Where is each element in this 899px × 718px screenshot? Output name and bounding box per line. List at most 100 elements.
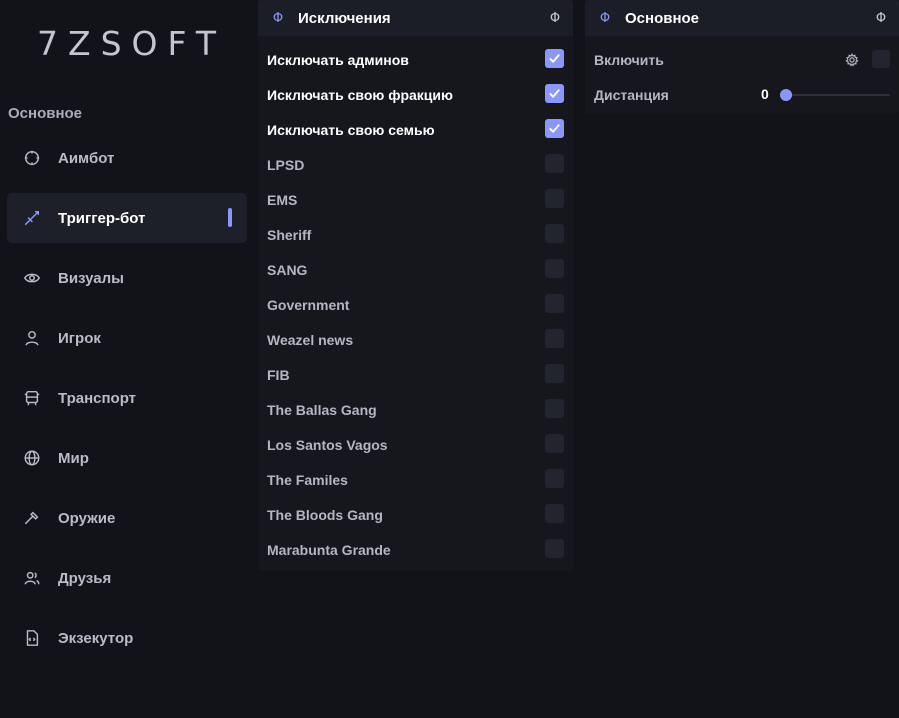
eye-icon [23,269,41,287]
exclusion-row: Los Santos Vagos [258,427,573,462]
distance-value: 0 [761,86,769,102]
exclusion-label: The Familes [267,471,348,488]
exclusion-row: Исключать админов [258,42,573,77]
exclusion-checkbox[interactable] [545,119,564,138]
exclusions-panel-title: Исключения [298,9,391,27]
exclusion-row: EMS [258,182,573,217]
exclusion-label: SANG [267,261,308,278]
sidebar-item-label: Друзья [58,569,112,587]
checkmark-icon [548,52,561,65]
sidebar-item-triggerbot[interactable]: Триггер-бот [7,193,247,243]
exclusion-label: Sheriff [267,226,312,243]
checkmark-icon [548,87,561,100]
main-panel-header: Φ Основное Φ [585,0,899,36]
exclusion-label: FIB [267,366,290,383]
distance-label: Дистанция [594,86,669,103]
exclusions-list: Исключать админов Исключать свою фракцию И… [258,36,573,567]
exclusions-panel: Φ Исключения Φ Исключать админов Исключат… [258,0,573,571]
exclusion-checkbox[interactable] [545,329,564,348]
exclusion-checkbox[interactable] [545,84,564,103]
exclusion-label: Исключать админов [267,51,409,68]
sidebar-item-visuals[interactable]: Визуалы [7,253,247,303]
sidebar-item-label: Транспорт [58,389,137,407]
active-indicator [228,208,232,227]
exclusion-row: LPSD [258,147,573,182]
collapse-icon[interactable]: Φ [547,11,563,26]
exclusion-checkbox[interactable] [545,364,564,383]
exclusion-row: Weazel news [258,322,573,357]
sidebar-item-label: Экзекутор [58,629,134,647]
enable-checkbox[interactable] [872,50,890,68]
phi-icon: Φ [272,10,284,26]
sidebar-item-transport[interactable]: Транспорт [7,373,247,423]
exclusion-row: The Ballas Gang [258,392,573,427]
exclusion-row: Исключать свою фракцию [258,77,573,112]
exclusion-checkbox[interactable] [545,539,564,558]
sword-icon [23,209,41,227]
crosshair-icon [23,149,41,167]
sidebar-item-executor[interactable]: Экзекутор [7,613,247,663]
exclusion-label: Исключать свою фракцию [267,86,453,103]
sidebar-nav: Аимбот Триггер-бот Визуалы Игрок Транспо… [7,133,247,673]
exclusion-label: Weazel news [267,331,354,348]
sidebar-item-aimbot[interactable]: Аимбот [7,133,247,183]
app-logo: 7ZSOFT [37,24,227,63]
exclusion-label: Исключать свою семью [267,121,435,138]
exclusion-checkbox[interactable] [545,154,564,173]
sidebar-item-world[interactable]: Мир [7,433,247,483]
exclusion-checkbox[interactable] [545,259,564,278]
sidebar-item-weapons[interactable]: Оружие [7,493,247,543]
exclusion-label: The Ballas Gang [267,401,377,418]
exclusion-label: LPSD [267,156,305,173]
user-icon [23,329,41,347]
sidebar-item-label: Оружие [58,509,116,527]
exclusion-row: Marabunta Grande [258,532,573,567]
main-panel-title: Основное [625,9,700,27]
main-panel-body: Включить Дистанция 0 [585,36,899,112]
exclusion-checkbox[interactable] [545,294,564,313]
sidebar-item-label: Аимбот [58,149,115,167]
users-icon [23,569,41,587]
sidebar: 7ZSOFT Основное Аимбот Триггер-бот Визуа… [0,0,256,718]
sidebar-item-label: Игрок [58,329,101,347]
sidebar-item-label: Триггер-бот [58,209,146,227]
slider-thumb[interactable] [780,89,792,101]
exclusion-row: Исключать свою семью [258,112,573,147]
exclusion-row: SANG [258,252,573,287]
globe-icon [23,449,41,467]
exclusion-checkbox[interactable] [545,469,564,488]
exclusion-checkbox[interactable] [545,224,564,243]
exclusion-label: Los Santos Vagos [267,436,388,453]
exclusion-row: Sheriff [258,217,573,252]
exclusion-checkbox[interactable] [545,189,564,208]
exclusion-row: Government [258,287,573,322]
exclusion-label: Marabunta Grande [267,541,391,558]
enable-row: Включить [585,42,899,77]
exclusion-checkbox[interactable] [545,399,564,418]
sidebar-section-title: Основное [8,105,83,122]
exclusion-label: The Bloods Gang [267,506,383,523]
sidebar-item-friends[interactable]: Друзья [7,553,247,603]
exclusion-checkbox[interactable] [545,434,564,453]
exclusion-row: The Familes [258,462,573,497]
bus-icon [23,389,41,407]
sidebar-item-label: Мир [58,449,89,467]
main-settings-panel: Φ Основное Φ Включить Дистанция 0 [585,0,899,114]
exclusion-checkbox[interactable] [545,49,564,68]
exclusion-row: FIB [258,357,573,392]
distance-row: Дистанция 0 [585,77,899,112]
collapse-icon[interactable]: Φ [873,11,889,26]
enable-label: Включить [594,51,664,68]
sidebar-item-label: Визуалы [58,269,124,287]
code-file-icon [23,629,41,647]
checkmark-icon [548,122,561,135]
exclusion-label: Government [267,296,350,313]
phi-icon: Φ [599,10,611,26]
sidebar-item-player[interactable]: Игрок [7,313,247,363]
exclusions-panel-header: Φ Исключения Φ [258,0,573,36]
gear-icon[interactable] [845,53,859,67]
exclusion-label: EMS [267,191,298,208]
exclusion-row: The Bloods Gang [258,497,573,532]
exclusion-checkbox[interactable] [545,504,564,523]
distance-slider[interactable] [780,89,890,101]
